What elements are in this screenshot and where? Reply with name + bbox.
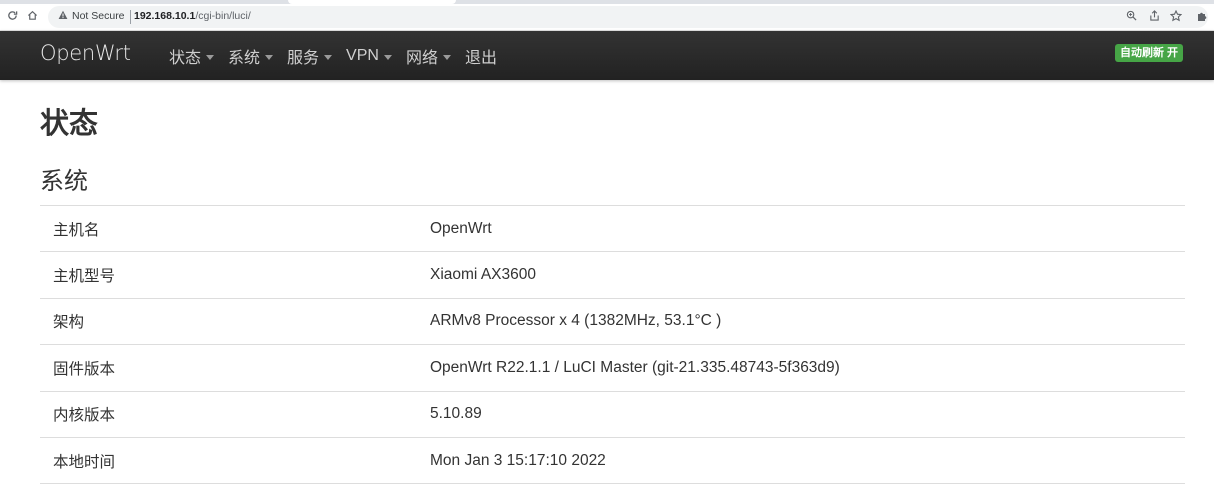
zoom-icon[interactable]	[1123, 8, 1139, 24]
caret-down-icon	[442, 54, 451, 60]
address-bar[interactable]: Not Secure 192.168.10.1/cgi-bin/luci/	[48, 6, 1208, 28]
row-key: 固件版本	[53, 360, 116, 378]
top-navbar: OpenWrt 状态 系统 服务 VPN 网络 退出	[0, 31, 1214, 80]
caret-down-icon	[206, 54, 215, 60]
system-info-table: 主机名 OpenWrt 主机型号 Xiaomi AX3600 架构 ARMv8 …	[40, 205, 1185, 484]
extensions-puzzle-icon[interactable]	[1194, 8, 1210, 24]
menu-logout[interactable]: 退出	[464, 46, 497, 67]
menu-logout-label: 退出	[464, 50, 497, 67]
table-row: 内核版本 5.10.89	[40, 391, 1185, 437]
table-row: 固件版本 OpenWrt R22.1.1 / LuCI Master (git-…	[40, 344, 1185, 391]
menu-system[interactable]: 系统	[228, 46, 274, 67]
menu-services[interactable]: 服务	[287, 46, 333, 67]
row-value: 5.10.89	[430, 405, 482, 423]
menu-network-label: 网络	[405, 50, 438, 67]
main-menu: 状态 系统 服务 VPN 网络 退出	[169, 46, 511, 67]
section-title: 系统	[40, 168, 88, 195]
row-value: ARMv8 Processor x 4 (1382MHz, 53.1°C )	[430, 312, 722, 330]
security-label: Not Secure	[72, 10, 125, 22]
url-host: 192.168.10.1	[134, 10, 196, 22]
url-text[interactable]: 192.168.10.1/cgi-bin/luci/	[134, 10, 251, 22]
table-row: 主机型号 Xiaomi AX3600	[40, 251, 1185, 298]
page-title: 状态	[40, 108, 99, 140]
menu-system-label: 系统	[228, 50, 261, 67]
url-path: /cgi-bin/luci/	[195, 10, 251, 22]
row-value: Mon Jan 3 15:17:10 2022	[430, 451, 606, 469]
reload-icon[interactable]	[4, 8, 20, 24]
menu-vpn-label: VPN	[346, 47, 379, 64]
menu-status-label: 状态	[169, 50, 202, 67]
auto-refresh-toggle[interactable]: 自动刷新 开	[1115, 44, 1184, 62]
home-icon[interactable]	[24, 8, 40, 24]
row-value: Xiaomi AX3600	[430, 266, 536, 284]
brand-logo[interactable]: OpenWrt	[40, 41, 131, 65]
table-row: 架构 ARMv8 Processor x 4 (1382MHz, 53.1°C …	[40, 298, 1185, 344]
share-icon[interactable]	[1146, 8, 1162, 24]
menu-vpn[interactable]: VPN	[346, 46, 392, 66]
row-key: 主机型号	[53, 268, 116, 286]
table-row: 主机名 OpenWrt	[40, 205, 1185, 252]
menu-services-label: 服务	[287, 50, 320, 67]
caret-down-icon	[324, 54, 333, 60]
row-key: 本地时间	[53, 453, 116, 471]
bookmark-star-icon[interactable]	[1168, 8, 1184, 24]
caret-down-icon	[383, 54, 392, 60]
row-key: 内核版本	[53, 407, 116, 425]
menu-status[interactable]: 状态	[169, 46, 215, 67]
omnibox-separator	[130, 10, 131, 24]
row-key: 架构	[53, 314, 85, 332]
row-value: OpenWrt	[430, 219, 492, 237]
caret-down-icon	[265, 54, 274, 60]
row-value: OpenWrt R22.1.1 / LuCI Master (git-21.33…	[430, 358, 840, 376]
menu-network[interactable]: 网络	[405, 46, 451, 67]
warning-icon	[58, 10, 68, 19]
table-row: 本地时间 Mon Jan 3 15:17:10 2022	[40, 437, 1185, 484]
browser-toolbar: Not Secure 192.168.10.1/cgi-bin/luci/	[0, 4, 1214, 31]
row-key: 主机名	[53, 221, 100, 239]
